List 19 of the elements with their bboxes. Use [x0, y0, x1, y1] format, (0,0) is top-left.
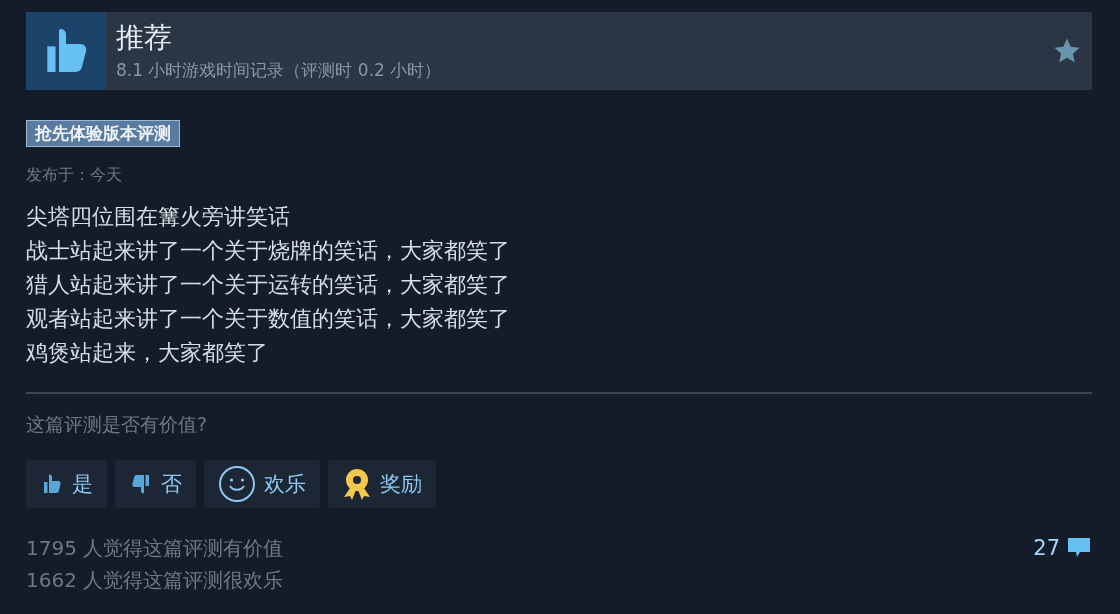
review-line: 鸡煲站起来，大家都笑了 — [26, 339, 269, 367]
playtime-text: 8.1 小时游戏时间记录（评测时 0.2 小时） — [116, 58, 443, 82]
review-line: 战士站起来讲了一个关于烧牌的笑话，大家都笑了 — [26, 237, 511, 265]
vote-button[interactable]: 否 — [115, 460, 196, 508]
comment-count: 27 — [1033, 536, 1060, 560]
helpful-question: 这篇评测是否有价值? — [26, 412, 209, 437]
posted-date: 发布于：今天 — [26, 165, 123, 186]
review-line: 观者站起来讲了一个关于数值的笑话，大家都笑了 — [26, 305, 511, 333]
award-icon — [342, 466, 372, 502]
review-line: 猎人站起来讲了一个关于运转的笑话，大家都笑了 — [26, 271, 511, 299]
vote-button[interactable]: 奖励 — [328, 460, 436, 508]
vote-count-text: 1662 人觉得这篇评测很欢乐 — [26, 567, 284, 594]
early-access-tag: 抢先体验版本评测 — [26, 120, 180, 147]
vote-button[interactable]: 欢乐 — [204, 460, 320, 508]
verdict-title: 推荐 — [116, 20, 173, 55]
smiley-icon — [218, 465, 256, 503]
vote-button[interactable]: 是 — [26, 460, 107, 508]
vote-count-text: 1795 人觉得这篇评测有价值 — [26, 535, 284, 562]
review-line: 尖塔四位围在篝火旁讲笑话 — [26, 203, 291, 231]
